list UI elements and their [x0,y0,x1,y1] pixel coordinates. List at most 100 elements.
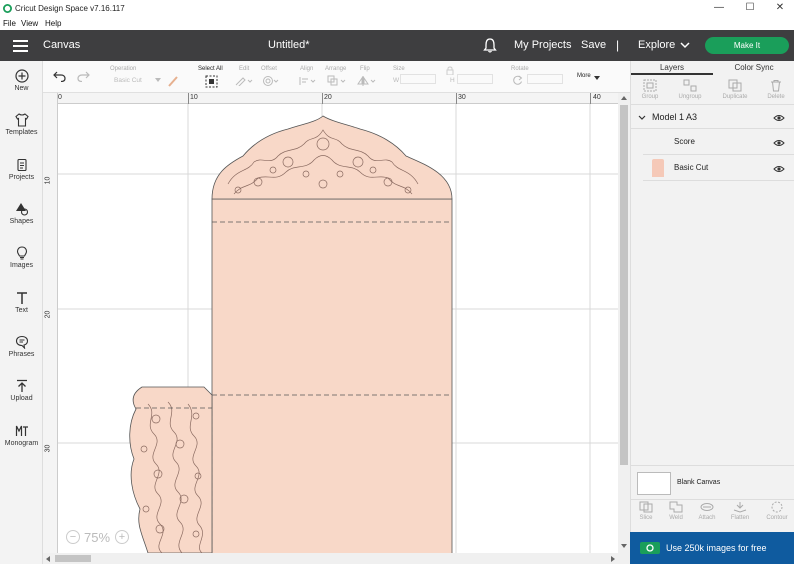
chevron-down-icon[interactable] [680,41,690,49]
horizontal-scrollbar[interactable] [43,553,630,564]
contour-button[interactable]: Contour [762,501,792,521]
tab-layers[interactable]: Layers [631,61,713,75]
duplicate-button[interactable]: Duplicate [720,79,750,100]
blank-canvas-swatch[interactable] [637,472,671,495]
sidebar-item-templates[interactable]: Templates [0,113,43,136]
monogram-icon [15,425,28,436]
more-menu[interactable]: More [577,73,591,79]
height-input[interactable] [457,74,493,84]
duplicate-label: Duplicate [722,94,748,100]
layer-name: Score [674,137,695,146]
sidebar-item-new[interactable]: New [0,69,43,92]
my-projects-link[interactable]: My Projects [514,39,571,51]
sidebar-label: Images [10,262,33,269]
zoom-in-button[interactable]: + [115,530,129,544]
layer-group-row[interactable]: Model 1 A3 [631,107,794,129]
attach-button[interactable]: Attach [692,501,722,521]
vertical-scroll-thumb[interactable] [620,105,628,465]
edit-toolbar: Operation Basic Cut Select All Edit Offs… [43,61,630,93]
tab-color-sync[interactable]: Color Sync [713,61,794,75]
rotate-input[interactable] [527,74,563,84]
undo-icon[interactable] [53,71,66,82]
layer-row-score[interactable]: Score [643,131,794,155]
zoom-out-button[interactable]: − [66,530,80,544]
offset-icon[interactable] [262,75,280,87]
design-canvas[interactable]: − 75% + [58,104,618,553]
scroll-down-icon[interactable] [621,544,627,548]
flatten-icon [733,502,747,513]
group-icon [643,79,657,92]
canvas-artwork[interactable] [58,104,618,553]
arrange-icon[interactable] [327,75,347,87]
slice-button[interactable]: Slice [631,501,661,521]
eye-icon[interactable] [773,114,785,122]
horizontal-scroll-thumb[interactable] [55,555,91,562]
menu-help[interactable]: Help [45,19,61,28]
close-button[interactable]: ✕ [773,2,787,13]
size-h-label: H [450,77,455,84]
operation-label: Operation [110,66,137,72]
select-all-icon[interactable] [205,75,218,88]
vertical-scrollbar[interactable] [618,93,630,553]
header-separator: | [616,38,620,52]
eye-icon[interactable] [773,165,785,173]
duplicate-icon [728,79,742,92]
bell-icon[interactable] [483,38,497,53]
scroll-left-icon[interactable] [46,556,50,562]
speech-bubble-icon [15,335,28,349]
slice-label: Slice [639,515,653,521]
sidebar-item-images[interactable]: Images [0,246,43,269]
save-button[interactable]: Save [581,39,606,51]
ruler-tick: 30 [44,444,52,453]
group-button[interactable]: Group [635,79,665,100]
menu-file[interactable]: File [3,19,16,28]
plus-circle-icon [14,69,29,83]
envelope-shape[interactable] [211,115,453,553]
flatten-button[interactable]: Flatten [725,501,755,521]
left-sidebar: New Templates Projects Shapes Images Tex… [0,61,43,564]
delete-button[interactable]: Delete [761,79,791,100]
left-flap-shape[interactable] [129,386,213,553]
operation-select[interactable]: Basic Cut [114,77,142,84]
weld-icon [669,501,683,513]
width-input[interactable] [400,74,436,84]
sidebar-label: New [14,85,29,92]
sidebar-item-projects[interactable]: Projects [0,158,43,181]
edit-icon[interactable] [235,76,253,86]
sidebar-item-monogram[interactable]: Monogram [0,424,43,447]
sidebar-label: Projects [8,174,35,181]
layer-name: Basic Cut [674,163,709,172]
sidebar-item-phrases[interactable]: Phrases [0,335,43,358]
contour-icon [771,501,783,513]
promo-badge-icon [640,542,660,554]
promo-banner[interactable]: Use 250k images for free [630,532,794,564]
chevron-down-icon[interactable] [638,115,646,120]
maximize-button[interactable]: ☐ [743,2,757,13]
layer-row-basic-cut[interactable]: Basic Cut [643,155,794,181]
hamburger-menu-icon[interactable] [13,40,28,52]
weld-button[interactable]: Weld [661,501,691,521]
flatten-label: Flatten [730,515,750,521]
document-title[interactable]: Untitled* [268,39,310,51]
flip-icon[interactable] [357,75,377,87]
ungroup-button[interactable]: Ungroup [675,79,705,100]
slice-icon [639,501,653,513]
rotate-icon [513,75,523,85]
scroll-right-icon[interactable] [611,556,615,562]
scroll-up-icon[interactable] [621,96,627,100]
menu-view[interactable]: View [21,19,38,28]
sidebar-item-shapes[interactable]: Shapes [0,202,43,225]
explore-menu[interactable]: Explore [638,39,675,51]
lock-icon[interactable] [446,66,454,75]
minimize-button[interactable]: — [712,2,726,13]
pen-color-icon[interactable] [167,75,179,87]
sidebar-item-text[interactable]: Text [0,291,43,314]
eye-icon[interactable] [773,139,785,147]
align-icon[interactable] [299,76,317,86]
make-it-button[interactable]: Make It [705,37,789,54]
arrange-label: Arrange [325,66,347,72]
projects-icon [16,158,27,172]
size-w-label: W [393,77,400,84]
redo-icon[interactable] [77,71,90,82]
sidebar-item-upload[interactable]: Upload [0,379,43,402]
